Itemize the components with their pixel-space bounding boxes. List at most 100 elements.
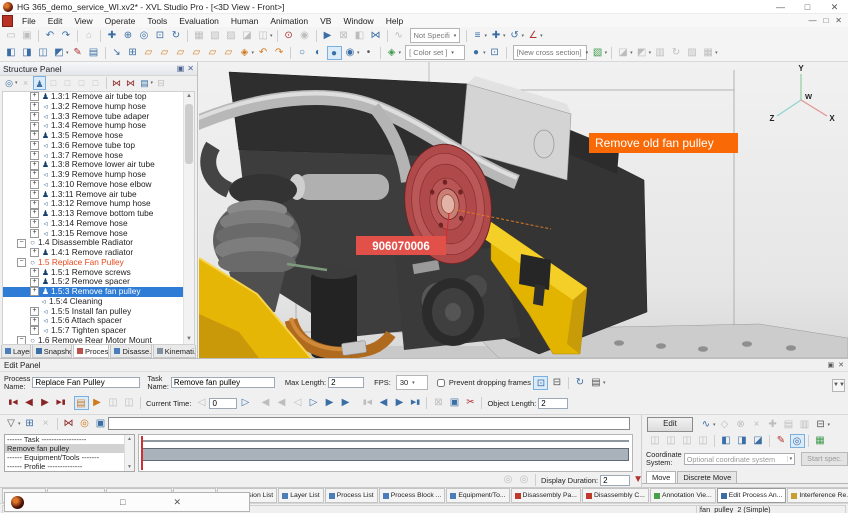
mdi-minimize-button[interactable]: — — [808, 16, 816, 25]
bottom-tab-equipmentto[interactable]: Equipment/To... — [446, 488, 509, 503]
expand-toggle-icon[interactable]: + — [30, 317, 39, 326]
view-single-icon[interactable]: ◧ — [4, 46, 19, 60]
section-rotate-dropdown-icon[interactable]: ▾ — [649, 50, 652, 56]
task-name-input[interactable] — [171, 377, 275, 388]
tree-f3-icon[interactable]: □ — [75, 76, 88, 90]
max-length-input[interactable] — [328, 377, 364, 388]
bottom-tab-interferencere[interactable]: Interference Re... — [787, 488, 848, 503]
expand-toggle-icon[interactable]: + — [30, 102, 39, 111]
find-prev-icon[interactable]: ⋈ — [110, 76, 123, 90]
zoom-window-icon[interactable]: ⊡ — [153, 29, 168, 43]
select-parts-icon[interactable]: ▦ — [192, 29, 207, 43]
fps-combo[interactable]: 30▾ — [396, 375, 428, 390]
clear-key-icon[interactable]: ⊠ — [431, 396, 446, 410]
texture-icon[interactable]: ◈ — [384, 46, 399, 60]
section-animate-icon[interactable]: ↻ — [669, 46, 684, 60]
panel-tab-disasse[interactable]: Disasse... — [110, 345, 151, 358]
background-display-icon[interactable]: ⊡ — [487, 46, 502, 60]
strip-restore-button[interactable]: □ — [120, 497, 125, 507]
coordinate-system-select[interactable]: Optional coordinate system▾ — [684, 453, 795, 465]
display-duration-input[interactable] — [600, 475, 630, 486]
pin-icon[interactable]: ▣ — [177, 64, 185, 73]
select-lasso-icon[interactable]: ▨ — [224, 29, 239, 43]
simple-move-icon[interactable]: ◉ — [297, 29, 312, 43]
view-left-icon[interactable]: ▱ — [173, 46, 188, 60]
bottom-tab-disassemblypa[interactable]: Disassembly Pa... — [511, 488, 581, 503]
close-button[interactable]: ✕ — [821, 0, 848, 13]
track-add-icon[interactable]: ⊞ — [22, 417, 37, 431]
time-step-up[interactable]: ▷ — [238, 396, 253, 410]
expand-toggle-icon[interactable]: + — [30, 161, 39, 170]
expand-toggle-icon[interactable]: + — [30, 190, 39, 199]
frame-fwd-icon[interactable]: ▶ — [322, 396, 337, 410]
key-prev-icon[interactable]: ◀ — [376, 396, 391, 410]
link-parts-dropdown-icon[interactable]: ▾ — [485, 33, 488, 39]
bottom-tab-editprocessan[interactable]: Edit Process An... — [717, 488, 787, 503]
select-group-icon[interactable]: ▧ — [208, 29, 223, 43]
rotate-circle-icon[interactable]: ↺ — [507, 29, 522, 43]
tree-f4-icon[interactable]: □ — [89, 76, 102, 90]
tree-options-icon[interactable]: ▤ — [138, 76, 151, 90]
stamp-before-icon[interactable]: ◫ — [106, 396, 121, 410]
view-quad-icon[interactable]: ◫ — [36, 46, 51, 60]
tree-options-dropdown-icon[interactable]: ▾ — [151, 80, 154, 86]
anim-list-options-icon[interactable]: ▤ — [588, 376, 603, 390]
track-find-icon[interactable]: ⋈ — [61, 417, 76, 431]
angle-snap-icon[interactable]: ∠ — [526, 29, 541, 43]
scroll-up-icon[interactable]: ▲ — [184, 92, 194, 101]
tree-search-icon[interactable]: ◎ — [3, 76, 16, 90]
select-box-icon[interactable]: ◪ — [240, 29, 255, 43]
point-merge-icon[interactable]: ⊗ — [733, 418, 748, 432]
motion-list-icon[interactable]: ⊟ — [813, 418, 828, 432]
rotate-view-left-icon[interactable]: ↶ — [256, 46, 271, 60]
view-back-icon[interactable]: ▱ — [157, 46, 172, 60]
zoom-in-icon[interactable]: ◎ — [137, 29, 152, 43]
close-panel-icon[interactable]: ✕ — [187, 64, 194, 73]
smooth-move-icon[interactable]: ⊙ — [281, 29, 296, 43]
point-add-icon[interactable]: ✚ — [765, 418, 780, 432]
maximize-button[interactable]: □ — [794, 0, 821, 13]
append-key-mode-icon[interactable]: ▶ — [90, 396, 105, 410]
section-flip-dropdown-icon[interactable]: ▾ — [630, 50, 633, 56]
fit-all-icon[interactable]: ⊞ — [125, 46, 140, 60]
menu-human[interactable]: Human — [225, 16, 264, 26]
bottom-tab-annotationvie[interactable]: Annotation Vie... — [650, 488, 716, 503]
section-rotate-icon[interactable]: ◩ — [634, 46, 649, 60]
expand-toggle-icon[interactable]: + — [30, 141, 39, 150]
measure-icon[interactable]: ⋈ — [368, 29, 383, 43]
expand-toggle-icon[interactable]: + — [30, 219, 39, 228]
process-name-input[interactable] — [32, 377, 140, 388]
panel-tab-layer[interactable]: Layer — [1, 345, 31, 358]
frame-step-fwd-icon[interactable]: ▷ — [306, 396, 321, 410]
insert-key-mode-icon[interactable]: ▤ — [74, 396, 89, 410]
move-parts-dropdown-icon[interactable]: ▾ — [270, 33, 273, 39]
expand-toggle-icon[interactable]: + — [30, 180, 39, 189]
fit-select-icon[interactable]: ◧ — [352, 29, 367, 43]
track-scroll-up-icon[interactable]: ▲ — [125, 436, 134, 442]
not-specified-combo[interactable]: Not Specifi▾ — [410, 28, 460, 43]
pick-target-icon[interactable]: ◎ — [790, 434, 805, 448]
tree-collapse-icon[interactable]: ⊟ — [155, 76, 168, 90]
rotate-view-icon[interactable]: ↻ — [169, 29, 184, 43]
axis-y-icon[interactable]: ◨ — [735, 434, 750, 448]
track-row[interactable]: ------ Profile -------------- — [5, 462, 125, 471]
menu-window[interactable]: Window — [337, 16, 379, 26]
zoom-timeline-out-icon[interactable]: ◎ — [517, 473, 532, 487]
verify-icon[interactable]: ∿ — [391, 29, 406, 43]
view-custom-icon[interactable]: ◩ — [52, 46, 67, 60]
frame-step-back-icon[interactable]: ◁ — [290, 396, 305, 410]
render-hidden-line-icon[interactable]: ◐ — [311, 46, 326, 60]
grid-snap-icon[interactable]: ▦ — [813, 434, 828, 448]
expand-toggle-icon[interactable]: + — [30, 112, 39, 121]
part-label-text[interactable]: 906070006 — [372, 241, 430, 253]
frame-first-icon[interactable]: ◀ — [258, 396, 273, 410]
go-start-icon[interactable]: ▮◀ — [6, 396, 21, 410]
menu-edit[interactable]: Edit — [42, 16, 69, 26]
snap-face-icon[interactable]: ◫ — [680, 434, 695, 448]
panel-tab-snapshot[interactable]: Snapshot — [32, 345, 72, 358]
bottom-tab-disassemblyc[interactable]: Disassembly C... — [582, 488, 649, 503]
current-time-input[interactable] — [209, 398, 237, 409]
section-flip-icon[interactable]: ◪ — [616, 46, 631, 60]
tree-item-1.6[interactable]: −○1.6 Remove Rear Motor Mount — [3, 336, 194, 345]
annotate-pen-icon[interactable]: ✎ — [70, 46, 85, 60]
